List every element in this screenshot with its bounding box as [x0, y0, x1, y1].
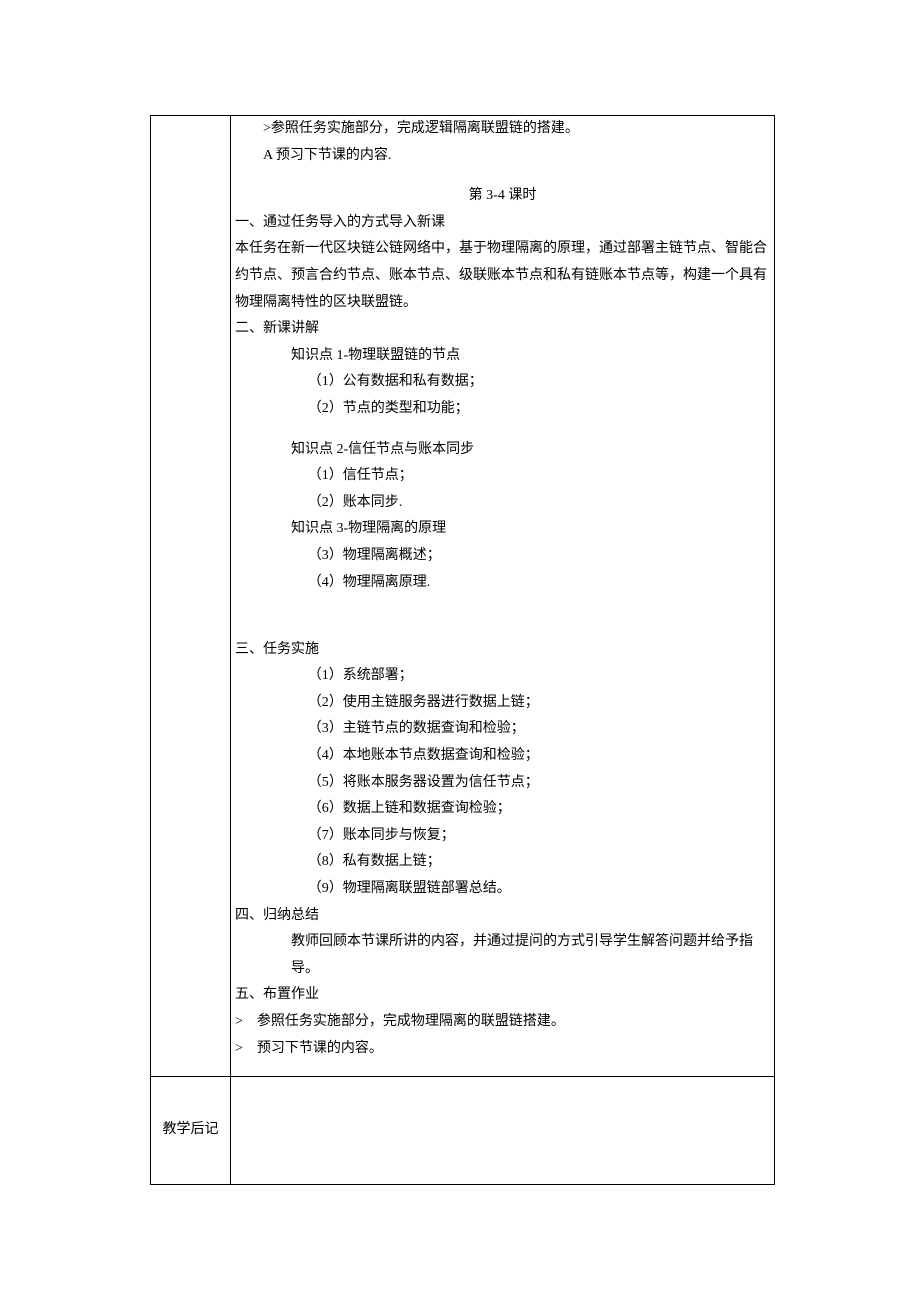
content-line: 教师回顾本节课所讲的内容，并通过提问的方式引导学生解答问题并给予指导。: [235, 929, 770, 982]
content-line: （2）使用主链服务器进行数据上链；: [235, 690, 770, 717]
content-line: （8）私有数据上链；: [235, 849, 770, 876]
notes-row: 教学后记: [151, 1077, 775, 1185]
content-line: （4）本地账本节点数据查询和检验；: [235, 743, 770, 770]
content-line: （2）账本同步.: [235, 490, 770, 517]
content-line: 二、新课讲解: [235, 316, 770, 343]
content-line: （9）物理隔离联盟链部署总结。: [235, 876, 770, 903]
content-line: [235, 623, 770, 637]
content-line: >参照任务实施部分，完成逻辑隔离联盟链的搭建。: [235, 116, 770, 143]
content-line: （7）账本同步与恢复；: [235, 823, 770, 850]
content-line: [235, 169, 770, 183]
content-line: > 参照任务实施部分，完成物理隔离的联盟链搭建。: [235, 1009, 770, 1036]
content-row-body-cell: >参照任务实施部分，完成逻辑隔离联盟链的搭建。A 预习下节课的内容. 第 3-4…: [231, 116, 775, 1077]
content-line: 本任务在新一代区块链公链网络中，基于物理隔离的原理，通过部署主链节点、智能合约节…: [235, 236, 770, 316]
content-line: （1）公有数据和私有数据；: [235, 369, 770, 396]
content-line: （6）数据上链和数据查询检验；: [235, 796, 770, 823]
content-line: （3）主链节点的数据查询和检验；: [235, 716, 770, 743]
content-line: 知识点 1-物理联盟链的节点: [235, 343, 770, 370]
notes-row-body: [231, 1077, 775, 1185]
content-line: 一、通过任务导入的方式导入新课: [235, 210, 770, 237]
notes-row-label: 教学后记: [151, 1077, 231, 1185]
content-line: （1）系统部署；: [235, 663, 770, 690]
content-line: （5）将账本服务器设置为信任节点；: [235, 770, 770, 797]
content-line: 知识点 2-信任节点与账本同步: [235, 437, 770, 464]
content-line: 四、归纳总结: [235, 903, 770, 930]
content-line: （3）物理隔离概述；: [235, 543, 770, 570]
content-line: （2）节点的类型和功能；: [235, 396, 770, 423]
lesson-plan-table: >参照任务实施部分，完成逻辑隔离联盟链的搭建。A 预习下节课的内容. 第 3-4…: [150, 115, 775, 1185]
content-row: >参照任务实施部分，完成逻辑隔离联盟链的搭建。A 预习下节课的内容. 第 3-4…: [151, 116, 775, 1077]
content-line: A 预习下节课的内容.: [235, 143, 770, 170]
content-line: 五、布置作业: [235, 982, 770, 1009]
content-line: 第 3-4 课时: [235, 183, 770, 210]
content-line: （4）物理隔离原理.: [235, 570, 770, 597]
content-row-label-cell: [151, 116, 231, 1077]
content-line: > 预习下节课的内容。: [235, 1036, 770, 1063]
content-line: [235, 596, 770, 623]
content-line: （1）信任节点；: [235, 463, 770, 490]
content-line: [235, 423, 770, 437]
content-line: 三、任务实施: [235, 637, 770, 664]
content-line: 知识点 3-物理隔离的原理: [235, 516, 770, 543]
